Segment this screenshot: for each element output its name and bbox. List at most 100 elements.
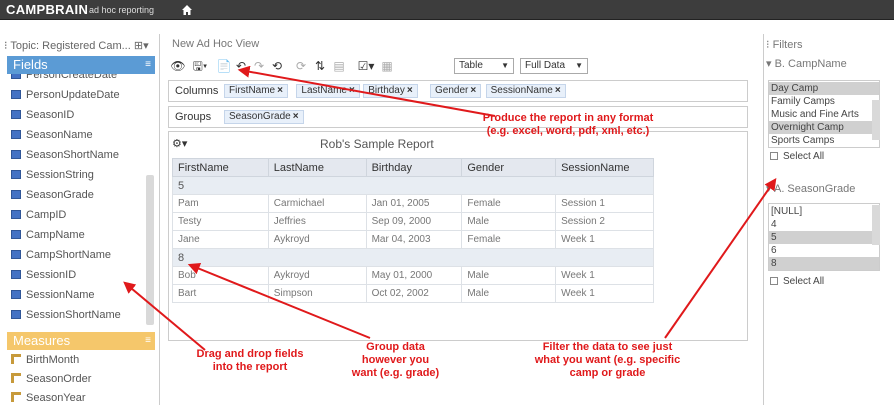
field-icon xyxy=(11,74,21,79)
column-chip[interactable]: LastName × xyxy=(296,84,360,98)
close-icon[interactable]: × xyxy=(293,111,299,122)
table-cell: Mar 04, 2003 xyxy=(365,230,463,249)
table-cell: Female xyxy=(461,194,557,213)
panel-menu-icon[interactable]: ⊞▾ xyxy=(134,40,149,52)
undo-all-icon[interactable]: ⟲ xyxy=(270,58,284,74)
seasongrade-option[interactable]: 6 xyxy=(769,244,879,257)
filter-seasongrade-list[interactable]: [NULL] 4 5 6 8 xyxy=(768,203,880,271)
field-label: CampName xyxy=(26,229,85,241)
report-title[interactable]: Rob's Sample Report xyxy=(320,137,434,151)
filter-seasongrade-scrollbar[interactable] xyxy=(872,205,880,245)
preview-eye-icon[interactable]: 👁 xyxy=(170,58,186,74)
field-icon xyxy=(11,210,21,219)
filter-seasongrade-select-all[interactable]: Select All xyxy=(770,276,824,287)
table-cell: Week 1 xyxy=(555,284,654,303)
field-item[interactable]: PersonUpdateDate xyxy=(11,86,145,104)
close-icon[interactable]: × xyxy=(349,85,355,96)
field-item[interactable]: CampID xyxy=(11,206,145,224)
table-header-cell[interactable]: FirstName xyxy=(172,158,269,177)
save-icon[interactable]: 🖫▾ xyxy=(190,58,210,74)
view-type-select[interactable]: Table ▼ xyxy=(454,58,514,74)
field-item[interactable]: SessionShortName xyxy=(11,306,145,324)
top-bar: CAMPBRAIN ad hoc reporting xyxy=(0,0,894,20)
home-icon[interactable] xyxy=(180,3,194,17)
checkbox-icon[interactable] xyxy=(770,277,778,285)
chip-label: SeasonGrade xyxy=(229,111,291,122)
fields-scrollbar[interactable] xyxy=(146,175,154,325)
filter-seasongrade-title[interactable]: ▾ A. SeasonGrade xyxy=(766,182,855,195)
seasongrade-option[interactable]: 5 xyxy=(769,231,879,244)
field-item[interactable]: SeasonShortName xyxy=(11,146,145,164)
campname-option[interactable]: Day Camp xyxy=(769,82,879,95)
field-item[interactable]: CampShortName xyxy=(11,246,145,264)
export-icon[interactable]: 📄 xyxy=(216,58,232,74)
measure-item[interactable]: BirthMonth xyxy=(11,351,145,369)
field-item[interactable]: SessionName xyxy=(11,286,145,304)
field-icon xyxy=(11,90,21,99)
campname-option[interactable]: Overnight Camp xyxy=(769,121,879,134)
close-icon[interactable]: × xyxy=(470,85,476,96)
close-icon[interactable]: × xyxy=(555,85,561,96)
chevron-down-icon: ▼ xyxy=(501,61,509,70)
column-chip[interactable]: Birthday × xyxy=(363,84,418,98)
layout-icon[interactable]: ▤ xyxy=(332,58,346,74)
column-chip[interactable]: Gender × xyxy=(430,84,482,98)
measure-item[interactable]: SeasonYear xyxy=(11,389,145,405)
seasongrade-option[interactable]: 8 xyxy=(769,257,879,270)
field-item[interactable]: SeasonID xyxy=(11,106,145,124)
check-options-icon[interactable]: ☑▾ xyxy=(356,58,376,74)
table-cell: Session 2 xyxy=(555,212,654,231)
fields-menu-icon[interactable]: ≡ xyxy=(145,56,151,74)
measure-item[interactable]: SeasonOrder xyxy=(11,370,145,388)
field-label: SessionName xyxy=(26,289,95,301)
field-icon xyxy=(11,190,21,199)
table-header-cell[interactable]: SessionName xyxy=(555,158,654,177)
chip-label: FirstName xyxy=(229,85,276,96)
field-item[interactable]: SessionString xyxy=(11,166,145,184)
measures-menu-icon[interactable]: ≡ xyxy=(145,332,151,350)
close-icon[interactable]: × xyxy=(407,85,413,96)
table-header-cell[interactable]: LastName xyxy=(267,158,367,177)
brand-subtitle: ad hoc reporting xyxy=(89,5,155,15)
campname-option[interactable]: Sports Camps xyxy=(769,134,879,147)
table-header-cell[interactable]: Gender xyxy=(461,158,557,177)
measures-header[interactable]: Measures ≡ xyxy=(7,332,155,350)
checkbox-icon[interactable] xyxy=(770,152,778,160)
table-cell: Aykroyd xyxy=(267,230,367,249)
format-icon[interactable]: ▦ xyxy=(380,58,394,74)
undo-icon[interactable]: ↶ xyxy=(234,58,248,74)
table-cell: Simpson xyxy=(267,284,367,303)
close-icon[interactable]: × xyxy=(277,85,283,96)
seasongrade-option[interactable]: 4 xyxy=(769,218,879,231)
campname-option[interactable]: Music and Fine Arts xyxy=(769,108,879,121)
pivot-icon[interactable]: ⟳ xyxy=(294,58,308,74)
groups-label: Groups xyxy=(175,111,212,123)
app-window: CAMPBRAIN ad hoc reporting ⁝ Topic: Regi… xyxy=(0,0,894,405)
table-row: Bart Simpson Oct 02, 2002 Male Week 1 xyxy=(172,284,654,303)
table-row: Jane Aykroyd Mar 04, 2003 Female Week 1 xyxy=(172,230,654,249)
field-item[interactable]: SeasonGrade xyxy=(11,186,145,204)
table-cell: Session 1 xyxy=(555,194,654,213)
field-label: PersonCreateDate xyxy=(26,74,118,81)
seasongrade-option[interactable]: [NULL] xyxy=(769,205,879,218)
field-item[interactable]: SeasonName xyxy=(11,126,145,144)
column-chip[interactable]: SessionName × xyxy=(485,84,566,98)
field-item[interactable]: PersonCreateDate xyxy=(11,74,145,84)
campname-option[interactable]: Family Camps xyxy=(769,95,879,108)
topic-selector[interactable]: ⁝ Topic: Registered Cam... ⊞▾ xyxy=(0,38,158,54)
filter-campname-scrollbar[interactable] xyxy=(872,100,880,140)
field-item[interactable]: SessionID xyxy=(11,266,145,284)
group-chip[interactable]: SeasonGrade × xyxy=(224,110,304,124)
field-item[interactable]: CampName xyxy=(11,226,145,244)
table-cell: Week 1 xyxy=(555,230,654,249)
redo-icon[interactable]: ↷ xyxy=(252,58,266,74)
filter-campname-title[interactable]: ▾ B. CampName xyxy=(766,57,847,70)
filter-campname-select-all[interactable]: Select All xyxy=(770,151,824,162)
filter-campname-list[interactable]: Day Camp Family Camps Music and Fine Arts O… xyxy=(768,80,880,148)
data-mode-select[interactable]: Full Data ▼ xyxy=(520,58,588,74)
table-header-cell[interactable]: Birthday xyxy=(365,158,463,177)
fields-header[interactable]: Fields ≡ xyxy=(7,56,155,74)
sort-icon[interactable]: ⇅ xyxy=(312,58,328,74)
column-chip[interactable]: FirstName × xyxy=(224,84,288,98)
gear-icon[interactable]: ⚙▾ xyxy=(172,137,187,150)
